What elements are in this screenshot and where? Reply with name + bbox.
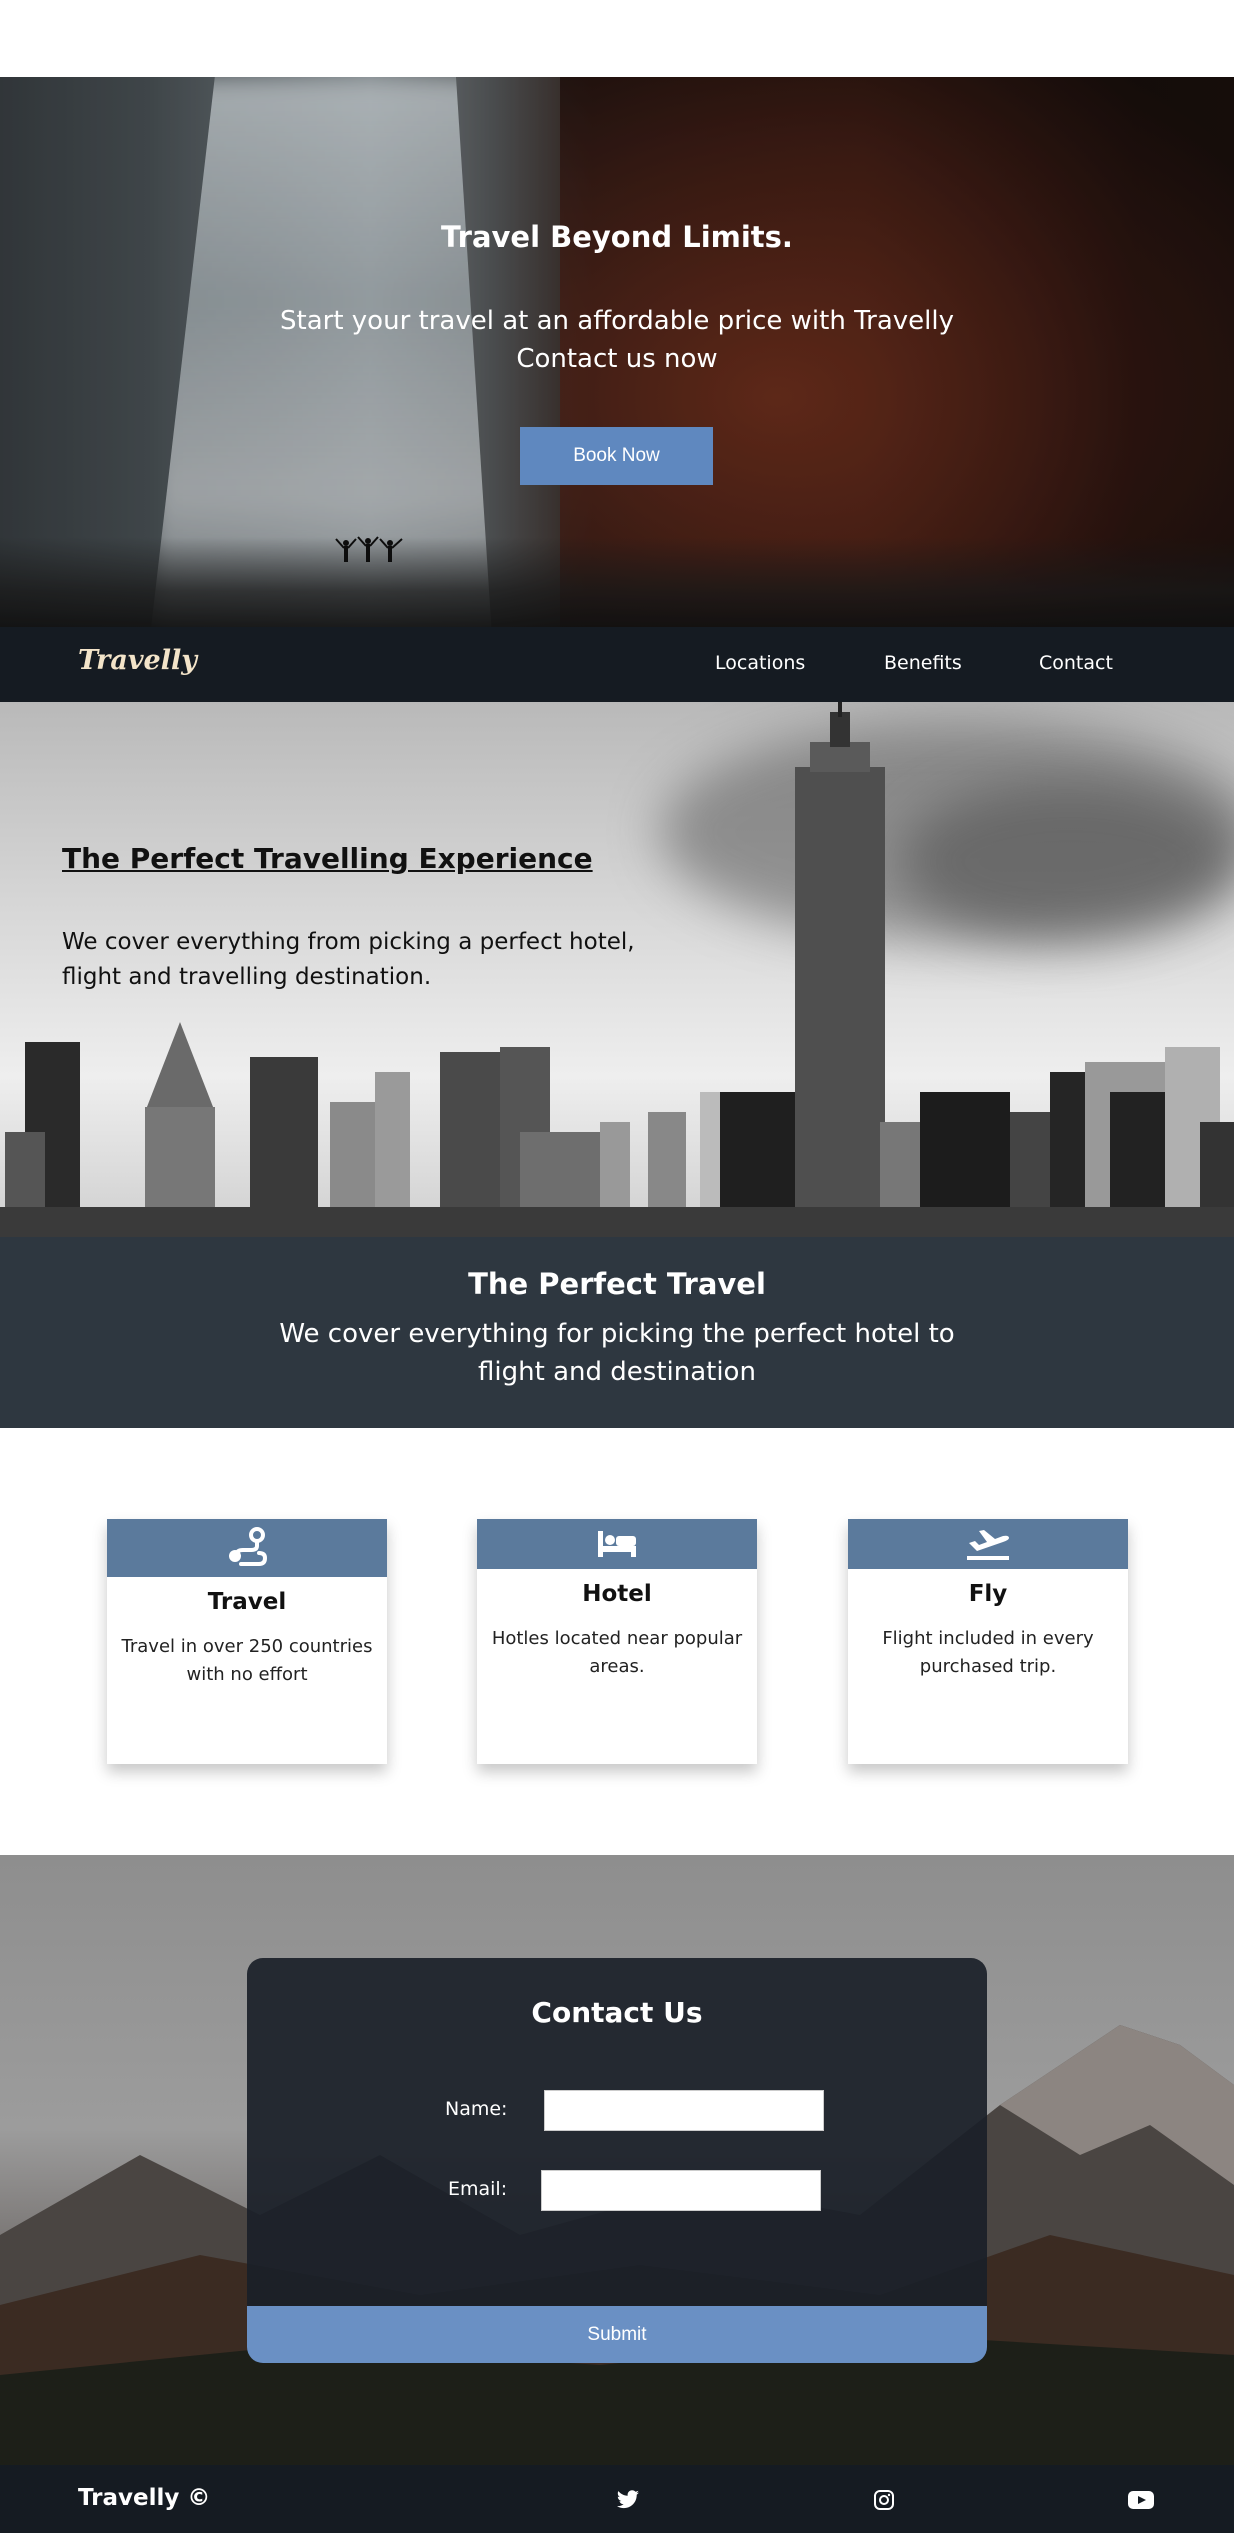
feature-card-header (477, 1519, 757, 1569)
email-field[interactable] (541, 2170, 821, 2211)
logo[interactable]: Travelly (78, 645, 197, 676)
navbar: Travelly Locations Benefits Contact (0, 627, 1234, 702)
feature-card-hotel: Hotel Hotles located near popular areas. (477, 1519, 757, 1764)
nav-link-contact[interactable]: Contact (1039, 652, 1113, 674)
feature-title: Fly (968, 1581, 1008, 1607)
experience-text: We cover everything from picking a perfe… (62, 929, 635, 990)
feature-text: Flight included in every purchased trip. (882, 1628, 1094, 1677)
feature-card-fly: Fly Flight included in every purchased t… (848, 1519, 1128, 1764)
name-label: Name: (445, 2098, 508, 2120)
twitter-icon[interactable] (615, 2487, 641, 2513)
feature-title: Hotel (582, 1581, 652, 1607)
experience-title: The Perfect Travelling Experience (62, 842, 593, 875)
route-icon (229, 1527, 268, 1566)
band-title: The Perfect Travel (468, 1267, 766, 1301)
hero-subtitle: Start your travel at an affordable price… (280, 306, 954, 374)
bed-icon (598, 1531, 636, 1557)
plane-departure-icon (967, 1530, 1009, 1560)
instagram-icon[interactable] (871, 2487, 897, 2513)
feature-text: Travel in over 250 countries with no eff… (121, 1636, 373, 1685)
contact-form: Contact Us Name: Email: Submit (247, 1958, 987, 2363)
book-now-button[interactable]: Book Now (520, 427, 713, 485)
name-field[interactable] (544, 2090, 824, 2131)
experience-section: The Perfect Travelling Experience We cov… (0, 702, 1234, 1237)
submit-button[interactable]: Submit (247, 2306, 987, 2363)
feature-text: Hotles located near popular areas. (491, 1628, 743, 1677)
feature-card-header (107, 1519, 387, 1577)
feature-card-travel: Travel Travel in over 250 countries with… (107, 1519, 387, 1764)
hero-title: Travel Beyond Limits. (441, 220, 793, 254)
email-label: Email: (448, 2178, 508, 2200)
perfect-travel-band: The Perfect Travel We cover everything f… (0, 1237, 1234, 1428)
feature-card-header (848, 1519, 1128, 1569)
band-text: We cover everything for picking the perf… (279, 1319, 955, 1387)
footer-brand: Travelly © (78, 2485, 211, 2511)
hero-section: Travel Beyond Limits. Start your travel … (0, 77, 1234, 627)
feature-title: Travel (207, 1589, 287, 1615)
contact-title: Contact Us (531, 1996, 703, 2029)
youtube-icon[interactable] (1128, 2487, 1154, 2513)
nav-link-benefits[interactable]: Benefits (884, 652, 962, 674)
nav-link-locations[interactable]: Locations (715, 652, 805, 674)
footer: Travelly © (0, 2465, 1234, 2533)
